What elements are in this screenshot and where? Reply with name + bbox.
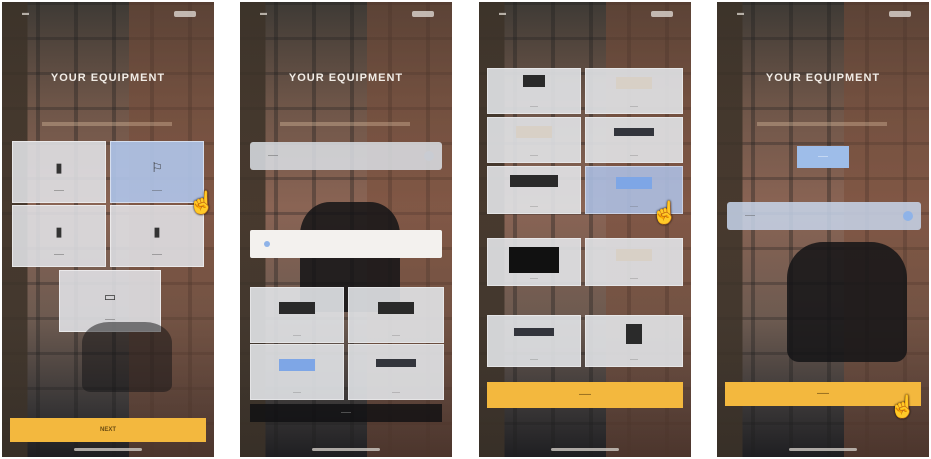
page-title: YOUR EQUIPMENT xyxy=(288,72,404,84)
home-indicator xyxy=(789,448,857,451)
model-select[interactable]: —— xyxy=(727,202,921,230)
selected-brand-chip[interactable]: —— xyxy=(797,146,849,168)
brand-logo xyxy=(514,328,554,336)
status-time: ▬ xyxy=(260,10,267,17)
background-people xyxy=(787,242,907,362)
brand-logo xyxy=(279,359,315,371)
equipment-icon: ▭ xyxy=(103,289,117,304)
next-button[interactable]: —— xyxy=(487,382,683,408)
search-icon xyxy=(264,241,270,247)
brand-card-5[interactable]: —— xyxy=(487,166,581,214)
hand-pointer-icon: ☝ xyxy=(889,394,917,419)
background-people xyxy=(82,322,172,392)
footer-link[interactable]: —— xyxy=(250,404,442,422)
brand-logo xyxy=(626,324,642,344)
equipment-select[interactable]: —— xyxy=(250,142,442,170)
subtitle xyxy=(280,122,410,126)
brand-logo xyxy=(616,77,652,89)
screen-model-select: ▬ YOUR EQUIPMENT —— —— —— ☝ xyxy=(717,2,929,457)
equipment-icon: ▮ xyxy=(55,224,63,239)
chevron-down-icon xyxy=(424,151,434,161)
brand-label: —— xyxy=(530,275,538,280)
brand-card-1[interactable]: —— xyxy=(487,68,581,114)
brand-label: —— xyxy=(530,103,538,108)
select-value: —— xyxy=(268,153,278,159)
brand-card-3[interactable]: —— xyxy=(250,344,344,400)
brand-logo xyxy=(279,302,315,314)
brand-label: —— xyxy=(293,389,301,394)
brand-label: —— xyxy=(630,103,638,108)
equipment-card-1[interactable]: ▮ —— xyxy=(12,141,106,203)
select-value: —— xyxy=(745,213,755,219)
status-bar: ▬ xyxy=(491,10,679,20)
brand-label: —— xyxy=(392,332,400,337)
brand-card-10[interactable]: —— xyxy=(585,315,683,367)
brand-search-input[interactable] xyxy=(250,230,442,258)
subtitle xyxy=(757,122,887,126)
equipment-icon: ▮ xyxy=(153,224,161,239)
brand-logo xyxy=(523,75,545,87)
screen-brand-select: ▬ YOUR EQUIPMENT —— —— —— —— —— —— xyxy=(240,2,452,457)
battery-icon xyxy=(651,11,673,17)
hand-pointer-icon: ☝ xyxy=(651,200,679,225)
brand-card-2[interactable]: —— xyxy=(585,68,683,114)
page-title: YOUR EQUIPMENT xyxy=(50,72,166,84)
status-time: ▬ xyxy=(22,10,29,17)
home-indicator xyxy=(312,448,380,451)
status-time: ▬ xyxy=(737,10,744,17)
brand-logo xyxy=(510,175,558,187)
status-bar: ▬ xyxy=(252,10,440,20)
equipment-icon: ⚐ xyxy=(151,160,163,175)
brand-card-1[interactable]: —— xyxy=(250,287,344,343)
brand-logo xyxy=(616,249,652,261)
brand-card-4[interactable]: —— xyxy=(585,117,683,163)
brand-card-8[interactable]: —— xyxy=(585,238,683,286)
brand-card-9[interactable]: —— xyxy=(487,315,581,367)
next-button[interactable]: NEXT xyxy=(10,418,206,442)
brand-card-2[interactable]: —— xyxy=(348,287,444,343)
brand-label: —— xyxy=(530,356,538,361)
battery-icon xyxy=(174,11,196,17)
status-time: ▬ xyxy=(499,10,506,17)
brand-label: —— xyxy=(630,275,638,280)
brand-card-3[interactable]: —— xyxy=(487,117,581,163)
battery-icon xyxy=(412,11,434,17)
battery-icon xyxy=(889,11,911,17)
brand-logo xyxy=(516,126,552,138)
equipment-card-3[interactable]: ▮ —— xyxy=(12,205,106,267)
brand-card-7[interactable]: —— xyxy=(487,238,581,286)
brand-label: —— xyxy=(530,203,538,208)
equipment-label: —— xyxy=(54,252,64,258)
brand-logo xyxy=(616,177,652,189)
brand-label: —— xyxy=(530,152,538,157)
equipment-label: —— xyxy=(54,188,64,194)
screen-brand-list: ▬ —— —— —— —— —— —— —— —— —— —— ☝ —— xyxy=(479,2,691,457)
brand-logo xyxy=(614,128,654,136)
subtitle xyxy=(42,122,172,126)
screen-equipment-type: ▬ YOUR EQUIPMENT ▮ —— ⚐ —— ▮ —— ▮ —— ▭ —… xyxy=(2,2,214,457)
equipment-icon: ▮ xyxy=(55,160,63,175)
brand-label: —— xyxy=(630,152,638,157)
brand-label: —— xyxy=(630,356,638,361)
brand-card-4[interactable]: —— xyxy=(348,344,444,400)
status-bar: ▬ xyxy=(729,10,917,20)
brand-logo xyxy=(509,247,559,273)
brand-logo xyxy=(376,359,416,367)
chevron-down-icon xyxy=(903,211,913,221)
equipment-label: —— xyxy=(152,252,162,258)
home-indicator xyxy=(551,448,619,451)
brand-logo xyxy=(378,302,414,314)
brand-label: —— xyxy=(293,332,301,337)
hand-pointer-icon: ☝ xyxy=(188,190,214,215)
brand-label: —— xyxy=(392,389,400,394)
page-title: YOUR EQUIPMENT xyxy=(765,72,881,84)
home-indicator xyxy=(74,448,142,451)
status-bar: ▬ xyxy=(14,10,202,20)
